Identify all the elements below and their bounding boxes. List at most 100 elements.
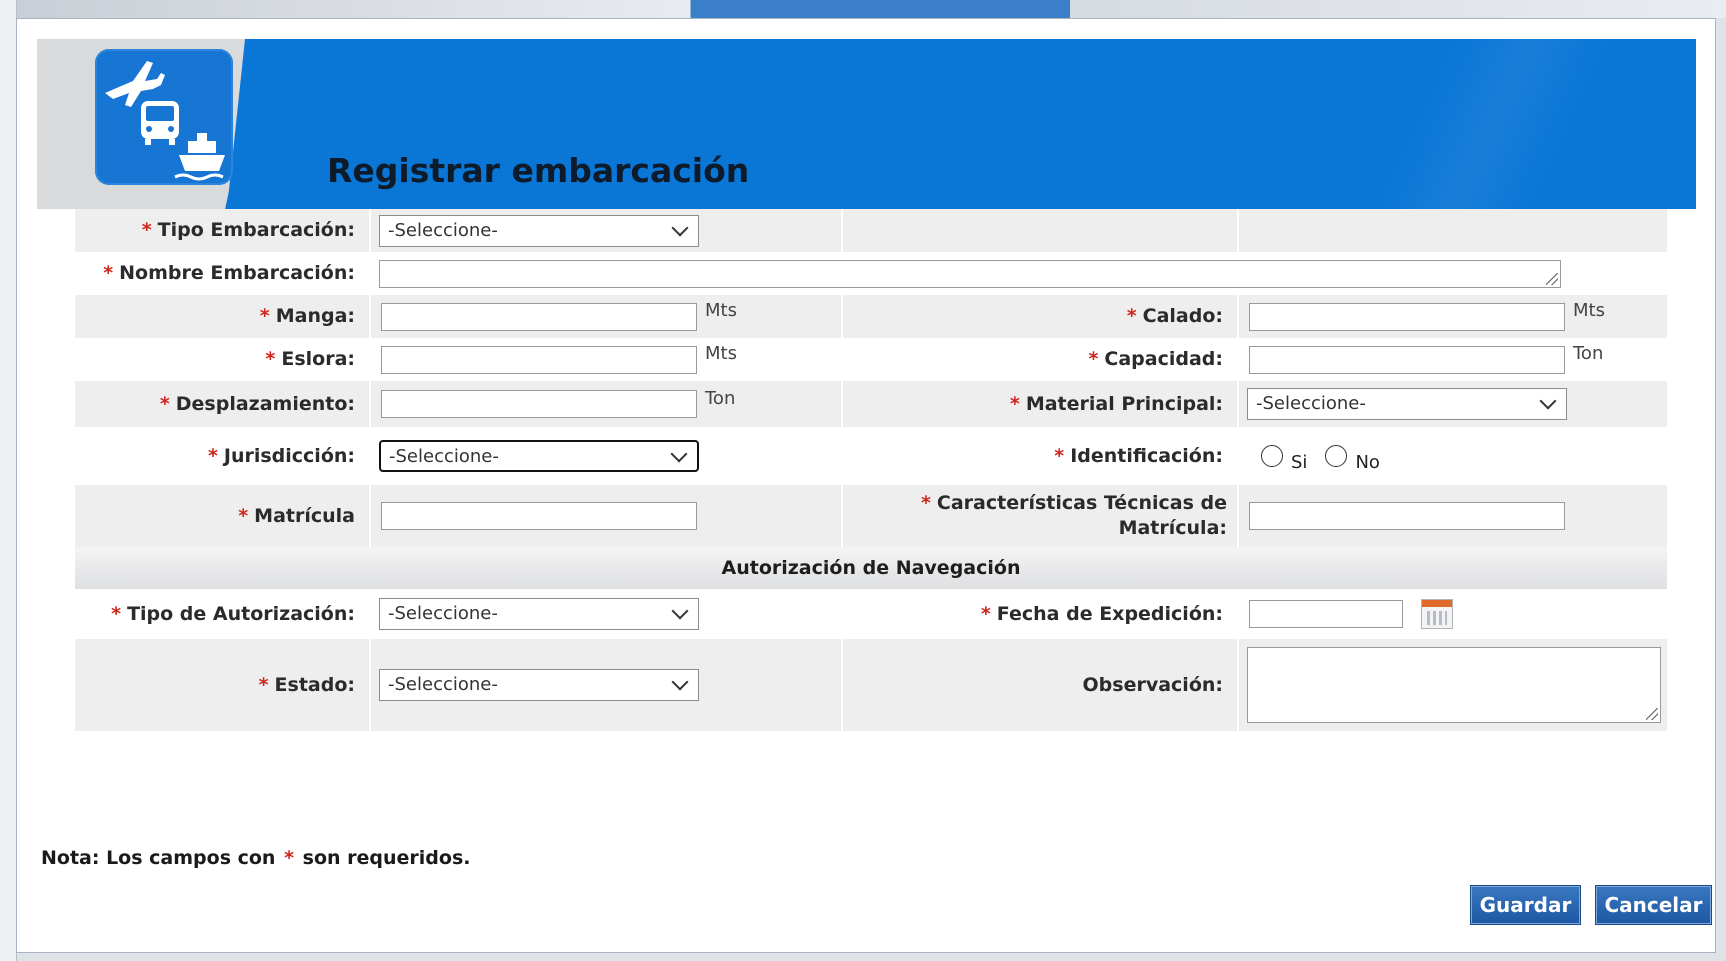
identificacion-si-radio[interactable]: [1261, 445, 1283, 467]
form-row-nombre: * Nombre Embarcación:: [75, 252, 1667, 295]
field-cell: Ton: [369, 381, 841, 427]
resize-grip-icon[interactable]: [1646, 708, 1658, 720]
jurisdiccion-select[interactable]: -Seleccione-: [379, 440, 699, 472]
identificacion-si-label[interactable]: Si: [1291, 452, 1307, 473]
required-asterisk: *: [238, 504, 249, 527]
chevron-down-icon: [671, 602, 689, 620]
field-cell: Ton: [1237, 338, 1667, 381]
calado-unit: Mts: [1573, 300, 1605, 321]
label-cell: * Estado:: [75, 639, 369, 731]
transport-logo-svg: [105, 61, 225, 181]
empty-cell: [1237, 209, 1667, 252]
tipo-embarcacion-value: -Seleccione-: [388, 219, 498, 241]
required-asterisk: *: [259, 305, 270, 327]
capacidad-label-text: Capacidad:: [1104, 348, 1223, 370]
tipo-embarcacion-label: * Tipo Embarcación:: [142, 218, 355, 243]
estado-select[interactable]: -Seleccione-: [379, 669, 699, 701]
label-cell: * Calado:: [841, 295, 1237, 338]
authorization-section-header: Autorización de Navegación: [75, 547, 1667, 589]
capacidad-input[interactable]: [1249, 345, 1565, 374]
field-cell: Mts: [1237, 295, 1667, 338]
required-asterisk: *: [258, 673, 269, 696]
calendar-icon-header: [1422, 600, 1452, 607]
save-button[interactable]: Guardar: [1470, 885, 1581, 925]
material-principal-select[interactable]: -Seleccione-: [1247, 388, 1567, 420]
eslora-label-text: Eslora:: [281, 348, 355, 370]
nombre-embarcacion-textarea[interactable]: [379, 259, 1561, 288]
field-cell: [1237, 639, 1667, 731]
caracteristicas-label: * Características Técnicas de Matrícula:: [921, 491, 1227, 541]
field-cell: -Seleccione-: [1237, 381, 1667, 427]
jurisdiccion-label-text: Jurisdicción:: [223, 444, 355, 467]
tipo-autorizacion-select[interactable]: -Seleccione-: [379, 598, 699, 630]
tipo-autorizacion-label-text: Tipo de Autorización:: [127, 602, 355, 625]
caracteristicas-label-line1: Características Técnicas de: [936, 492, 1227, 514]
field-cell: [369, 252, 1667, 295]
calado-input[interactable]: [1249, 302, 1565, 331]
capacidad-unit: Ton: [1573, 343, 1604, 364]
label-cell: * Tipo de Autorización:: [75, 589, 369, 639]
header-sheen: [1236, 39, 1696, 209]
tipo-autorizacion-value: -Seleccione-: [388, 603, 498, 624]
label-cell: * Matrícula: [75, 485, 369, 547]
field-cell: [1237, 485, 1667, 547]
background-app-edge: [0, 0, 17, 961]
transport-logo-icon: [95, 49, 233, 185]
field-cell: [369, 485, 841, 547]
cancel-button[interactable]: Cancelar: [1595, 885, 1712, 925]
eslora-unit: Mts: [705, 343, 737, 364]
jurisdiccion-value: -Seleccione-: [389, 446, 499, 467]
form-row-matricula: * Matrícula * Características Técnicas de …: [75, 485, 1667, 547]
chevron-down-icon: [671, 673, 689, 691]
chevron-down-icon: [1539, 392, 1557, 410]
matricula-label: * Matrícula: [238, 504, 355, 529]
caracteristicas-input[interactable]: [1249, 502, 1565, 530]
material-principal-label-text: Material Principal:: [1025, 392, 1223, 415]
calendar-icon[interactable]: [1421, 599, 1453, 629]
label-cell: * Capacidad:: [841, 338, 1237, 381]
required-asterisk: *: [207, 444, 218, 467]
desplazamiento-label-text: Desplazamiento:: [175, 392, 355, 415]
identificacion-radio-group: Si No: [1237, 427, 1667, 485]
required-asterisk: *: [103, 262, 114, 284]
matricula-input[interactable]: [381, 502, 697, 530]
form-row-eslora: * Eslora: Mts * Capacidad: Ton: [75, 338, 1667, 381]
form-row-desplazamiento: * Desplazamiento: Ton * Material Principal…: [75, 381, 1667, 427]
identificacion-no-radio[interactable]: [1325, 445, 1348, 467]
tipo-embarcacion-select[interactable]: -Seleccione-: [379, 214, 699, 247]
capacidad-label: * Capacidad:: [1088, 347, 1223, 372]
required-asterisk: *: [265, 348, 276, 370]
calendar-icon-grid: [1427, 611, 1447, 625]
identificacion-no-label[interactable]: No: [1355, 452, 1379, 473]
estado-label: * Estado:: [259, 673, 355, 698]
chevron-down-icon: [670, 445, 688, 463]
estado-label-text: Estado:: [274, 673, 355, 696]
required-asterisk: *: [159, 392, 170, 415]
note-asterisk: *: [284, 847, 295, 869]
label-cell: * Características Técnicas de Matrícula:: [841, 485, 1237, 547]
observacion-textarea[interactable]: [1247, 647, 1661, 723]
label-cell: * Desplazamiento:: [75, 381, 369, 427]
field-cell: Mts: [369, 295, 841, 338]
required-asterisk: *: [1088, 348, 1099, 370]
field-cell: Mts: [369, 338, 841, 381]
label-cell: * Eslora:: [75, 338, 369, 381]
calado-label: * Calado:: [1127, 304, 1223, 329]
form-row-jurisdiccion: * Jurisdicción: -Seleccione- * Identificac…: [75, 427, 1667, 485]
required-asterisk: *: [1009, 392, 1020, 415]
manga-unit: Mts: [705, 300, 737, 321]
fecha-expedicion-input[interactable]: [1249, 600, 1403, 628]
estado-value: -Seleccione-: [388, 674, 498, 695]
material-principal-label: * Material Principal:: [1010, 392, 1223, 417]
dialog-title: Registrar embarcación: [327, 151, 750, 190]
dialog-header: Registrar embarcación: [37, 39, 1696, 209]
manga-input[interactable]: [381, 302, 697, 331]
desplazamiento-input[interactable]: [381, 390, 697, 418]
manga-label: * Manga:: [260, 304, 355, 329]
nombre-embarcacion-label-text: Nombre Embarcación:: [119, 262, 355, 284]
resize-grip-icon[interactable]: [1546, 272, 1558, 285]
field-cell: -Seleccione-: [369, 209, 841, 252]
eslora-input[interactable]: [381, 345, 697, 374]
tipo-embarcacion-label-text: Tipo Embarcación:: [157, 219, 355, 241]
identificacion-label-text: Identificación:: [1070, 444, 1223, 467]
